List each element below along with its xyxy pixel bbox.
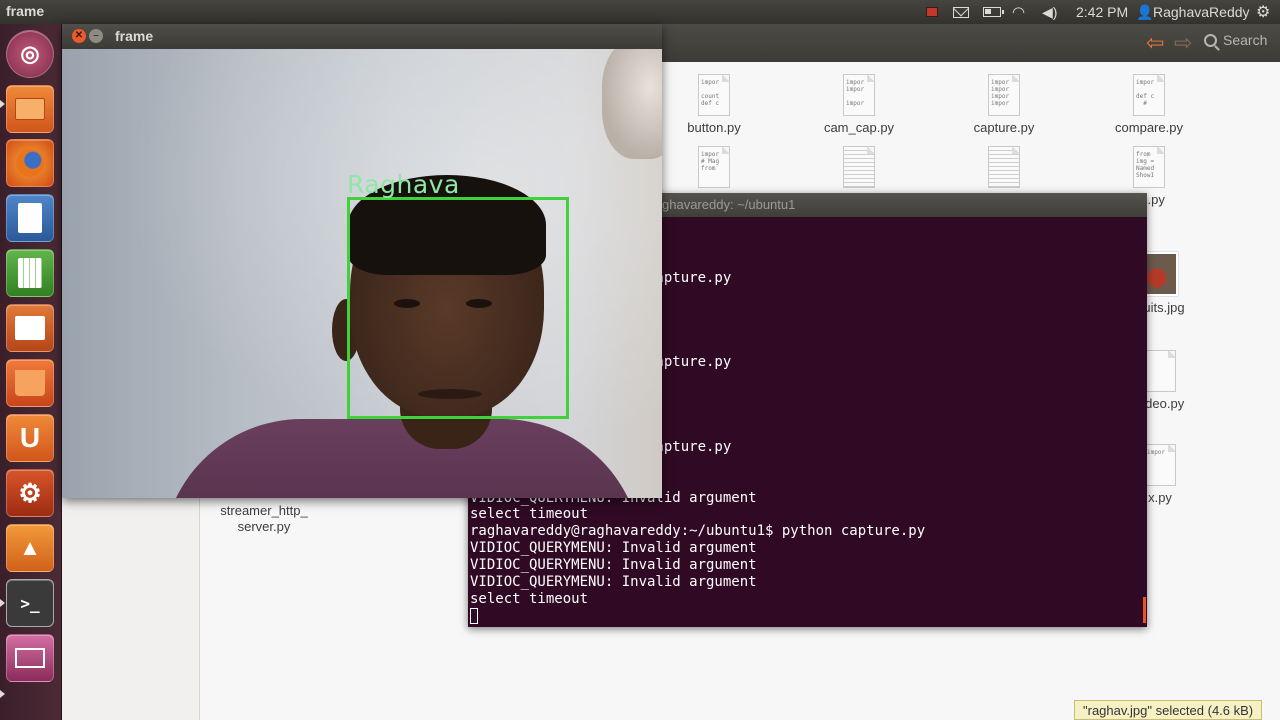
text-file-icon [988,146,1020,188]
user-name[interactable]: RaghavaReddy [1153,3,1250,21]
file-item[interactable]: impor # Mag from [644,146,784,192]
system-settings-icon[interactable]: ⚙ [6,469,54,517]
python-file-icon: impor # Mag from [698,146,730,188]
top-panel: frame ◠ ◀) 2:42 PM 👤 RaghavaReddy ⚙ [0,0,1280,24]
impress-icon[interactable] [6,304,54,352]
ubuntu-one-icon[interactable]: U [6,414,54,462]
frame-titlebar[interactable]: ✕ – frame [62,24,662,49]
face-detection-box [347,197,569,419]
writer-icon[interactable] [6,194,54,242]
file-item[interactable]: impor impor impor impor capture.py [934,74,1074,136]
mail-icon[interactable] [953,3,969,21]
search-field[interactable]: Search [1204,32,1267,48]
file-manager-toolbar: ⇦ ⇨ [662,24,1280,62]
files-icon[interactable] [6,85,54,133]
file-item[interactable] [789,146,929,192]
python-file-icon: impor [1144,444,1176,486]
battery-icon[interactable] [983,3,1004,21]
terminal-title: ghavareddy: ~/ubuntu1 [662,197,796,212]
file-item[interactable]: impor def c # compare.py [1079,74,1219,136]
ubuntu-dash-icon[interactable]: ◎ [6,30,54,78]
selection-status: "raghav.jpg" selected (4.6 kB) [1074,700,1263,720]
close-icon[interactable]: ✕ [72,29,86,43]
clock[interactable]: 2:42 PM [1076,3,1128,21]
search-label: Search [1223,32,1268,48]
python-file-icon: impor def c # [1133,74,1165,116]
frame-title: frame [115,28,154,44]
workspaces-icon[interactable] [6,634,54,682]
running-indicator [0,690,5,698]
firefox-icon[interactable] [6,139,54,187]
file-item[interactable] [934,146,1074,192]
file-name: compare.py [1115,120,1183,135]
calc-icon[interactable] [6,249,54,297]
file-item[interactable]: impor count def c button.py [644,74,784,136]
launcher: ◎ U ⚙ ▲ >_ [0,24,62,720]
vlc-icon[interactable]: ▲ [6,524,54,572]
python-file-icon: impor impor impor [843,74,875,116]
face-label: Raghava [347,170,460,199]
minimize-icon[interactable]: – [89,29,103,43]
python-file-icon: from img = Named ShowI [1133,146,1165,188]
curtain [602,49,662,159]
python-file-icon [1144,350,1176,392]
running-indicator [0,599,5,607]
file-item[interactable]: streamer_http_ server.py [194,503,334,535]
image-thumbnail [1142,252,1178,296]
gear-icon[interactable]: ⚙ [1256,3,1270,21]
frame-window[interactable]: ✕ – frame Raghava [62,24,662,498]
volume-icon[interactable]: ◀) [1042,3,1057,21]
python-file-icon: impor count def c [698,74,730,116]
terminal-icon[interactable]: >_ [6,579,54,627]
back-arrow-icon[interactable]: ⇦ [1146,30,1164,56]
text-file-icon [843,146,875,188]
software-center-icon[interactable] [6,359,54,407]
user-icon[interactable]: 👤 [1136,3,1153,21]
python-file-icon: impor impor impor impor [988,74,1020,116]
active-app-title: frame [6,3,45,19]
terminal-scrollbar[interactable] [1143,597,1146,623]
search-icon [1204,33,1217,47]
file-name: button.py [687,120,741,135]
file-item[interactable]: impor impor impor cam_cap.py [789,74,929,136]
recording-icon[interactable] [926,3,938,21]
file-name: cam_cap.py [823,120,895,135]
forward-arrow-icon[interactable]: ⇨ [1174,30,1192,56]
running-indicator [0,100,5,108]
file-name: capture.py [973,120,1035,135]
file-name: streamer_http_ server.py [220,503,308,534]
terminal-cursor [470,607,478,624]
camera-feed: Raghava [62,49,662,498]
wifi-icon[interactable]: ◠ [1012,3,1025,21]
